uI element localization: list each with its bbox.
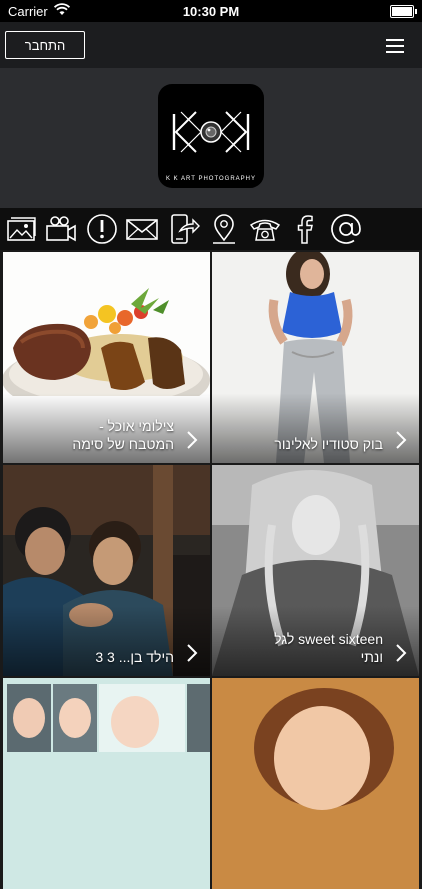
logo: K K ART PHOTOGRAPHY bbox=[158, 84, 264, 188]
mail-icon[interactable] bbox=[125, 212, 159, 246]
hamburger-icon[interactable] bbox=[386, 39, 404, 53]
gallery-tile-baby[interactable] bbox=[3, 678, 210, 889]
logo-text: K K ART PHOTOGRAPHY bbox=[165, 176, 257, 182]
caption-line: צילומי אוכל - bbox=[99, 418, 174, 434]
tile-caption: צילומי אוכל - המטבח של סימה bbox=[13, 417, 174, 453]
gallery-tile-closeup[interactable] bbox=[212, 678, 419, 889]
video-icon[interactable] bbox=[44, 212, 78, 246]
closeup-photo bbox=[212, 678, 419, 889]
gallery-grid: צילומי אוכל - המטבח של סימה בוק סטודיו ל… bbox=[0, 250, 422, 889]
navbar: התחבר bbox=[0, 22, 422, 68]
caption-line: sweet sixteen לגל bbox=[274, 631, 383, 647]
tile-caption: sweet sixteen לגל ונתי bbox=[222, 630, 383, 666]
caption-line: הילד בן... 3 3 bbox=[95, 649, 174, 665]
battery-icon bbox=[390, 5, 417, 18]
chevron-right-icon bbox=[187, 644, 198, 662]
caption-line: ונתי bbox=[360, 649, 383, 665]
header-banner: K K ART PHOTOGRAPHY bbox=[0, 68, 422, 208]
logo-mark bbox=[172, 111, 250, 153]
at-icon[interactable] bbox=[329, 212, 363, 246]
clock: 10:30 PM bbox=[182, 4, 240, 19]
tile-caption: בוק סטודיו לאלינור bbox=[222, 435, 383, 453]
facebook-icon[interactable] bbox=[288, 212, 322, 246]
phone-icon[interactable] bbox=[248, 212, 282, 246]
baby-photo bbox=[3, 678, 210, 889]
chevron-right-icon bbox=[396, 431, 407, 449]
caption-line: המטבח של סימה bbox=[72, 436, 174, 452]
info-icon[interactable] bbox=[85, 212, 119, 246]
location-icon[interactable] bbox=[207, 212, 241, 246]
gallery-tile-event[interactable]: הילד בן... 3 3 bbox=[3, 465, 210, 676]
chevron-right-icon bbox=[187, 431, 198, 449]
gallery-icon[interactable] bbox=[4, 212, 38, 246]
icon-toolbar bbox=[0, 208, 422, 250]
status-bar: Carrier 10:30 PM bbox=[0, 0, 422, 22]
tile-caption: הילד בן... 3 3 bbox=[13, 648, 174, 666]
gallery-tile-portrait[interactable]: sweet sixteen לגל ונתי bbox=[212, 465, 419, 676]
share-icon[interactable] bbox=[166, 212, 200, 246]
gallery-tile-food[interactable]: צילומי אוכל - המטבח של סימה bbox=[3, 252, 210, 463]
gallery-tile-studio[interactable]: בוק סטודיו לאלינור bbox=[212, 252, 419, 463]
login-button[interactable]: התחבר bbox=[5, 31, 85, 59]
chevron-right-icon bbox=[396, 644, 407, 662]
caption-line: בוק סטודיו לאלינור bbox=[274, 436, 383, 452]
